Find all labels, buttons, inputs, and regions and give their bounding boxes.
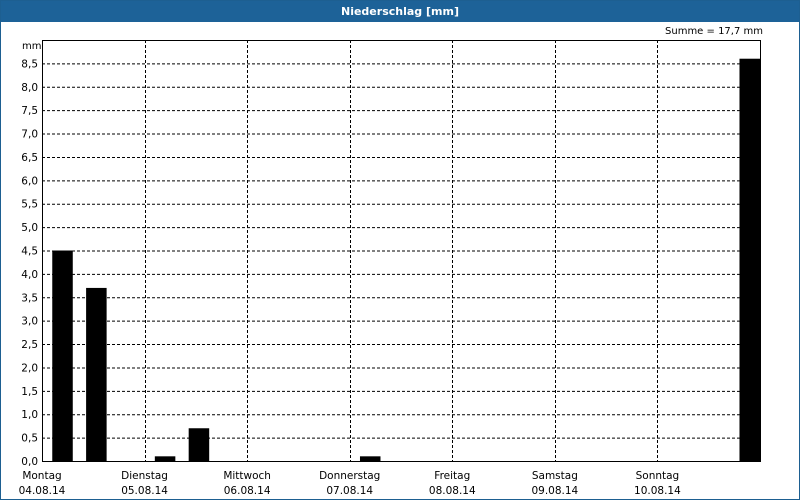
x-tick-day-name: Dienstag xyxy=(121,470,168,482)
y-tick-label: 5,5 xyxy=(21,199,38,211)
bar xyxy=(188,428,210,461)
bar-chart: 0,0 0,5 1,0 1,5 2,0 2,5 3,0 3,5 4,0 4,5 5,0 5,5 6,0 6… xyxy=(19,40,761,497)
bar xyxy=(739,58,760,461)
y-tick-label: 7,0 xyxy=(21,129,38,141)
x-tick-day-name: Mittwoch xyxy=(223,470,271,482)
y-tick-label: 7,5 xyxy=(21,105,38,117)
x-tick-date: 04.08.14 xyxy=(19,485,66,497)
bar xyxy=(154,456,176,461)
x-tick-day-name: Montag xyxy=(22,470,61,482)
y-tick-label: 1,5 xyxy=(21,386,38,398)
y-tick-label: 4,5 xyxy=(21,246,38,258)
y-tick-label: 8,5 xyxy=(21,58,38,70)
x-tick-date: 10.08.14 xyxy=(634,485,681,497)
y-tick-label: 6,0 xyxy=(21,175,38,187)
x-tick-day-name: Freitag xyxy=(434,470,470,482)
x-tick-day-name: Donnerstag xyxy=(319,470,380,482)
x-tick-day-name: Sonntag xyxy=(636,470,680,482)
y-tick-label: 4,0 xyxy=(21,269,38,281)
y-tick-label: 3,5 xyxy=(21,292,38,304)
bar xyxy=(359,456,381,461)
x-tick-date: 05.08.14 xyxy=(121,485,168,497)
y-tick-label: 2,5 xyxy=(21,339,38,351)
x-tick-date: 08.08.14 xyxy=(429,485,476,497)
bar xyxy=(52,250,73,461)
y-tick-label: 5,0 xyxy=(21,222,38,234)
y-tick-label: 2,0 xyxy=(21,362,38,374)
y-tick-label: 8,0 xyxy=(21,82,38,94)
x-tick-date: 06.08.14 xyxy=(224,485,271,497)
bar xyxy=(86,287,107,461)
x-tick-date: 09.08.14 xyxy=(531,485,578,497)
x-tick-day-name: Samstag xyxy=(532,470,578,482)
y-tick-label: 3,0 xyxy=(21,316,38,328)
y-tick-label: 6,5 xyxy=(21,152,38,164)
y-tick-label: 0,0 xyxy=(21,456,38,468)
x-tick-date: 07.08.14 xyxy=(326,485,373,497)
y-tick-label: 1,0 xyxy=(21,409,38,421)
y-tick-label: 0,5 xyxy=(21,433,38,445)
